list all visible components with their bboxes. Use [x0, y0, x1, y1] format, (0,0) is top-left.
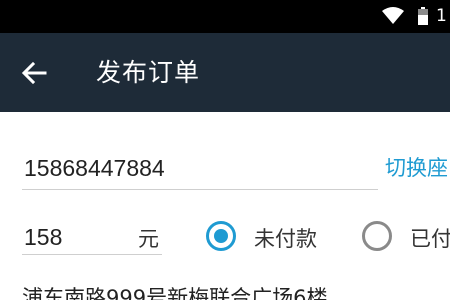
phone-underline: [22, 189, 378, 190]
unpaid-label[interactable]: 未付款: [254, 223, 317, 253]
battery-icon: [418, 7, 428, 25]
page-title: 发布订单: [96, 58, 201, 87]
amount-unit: 元: [138, 227, 159, 251]
switch-landline-link[interactable]: 切换座: [385, 152, 448, 182]
status-bar: 1: [0, 0, 450, 33]
amount-underline: [22, 254, 162, 255]
phone-input[interactable]: [24, 148, 374, 188]
amount-row: 元 未付款 已付: [0, 212, 450, 262]
status-icons: 1: [382, 5, 450, 27]
paid-label[interactable]: 已付: [410, 223, 450, 253]
address-field[interactable]: 浦东南路999号新梅联合广场6楼: [22, 282, 327, 300]
paid-radio[interactable]: [362, 221, 392, 251]
unpaid-radio[interactable]: [206, 221, 236, 251]
amount-input[interactable]: [24, 220, 124, 254]
phone-row: 切换座: [0, 112, 450, 192]
wifi-icon: [382, 7, 404, 24]
app-bar: 发布订单: [0, 33, 450, 112]
radio-selected-dot: [214, 229, 228, 243]
status-time: 1: [436, 6, 447, 26]
arrow-left-icon: [21, 61, 47, 85]
back-button[interactable]: [14, 53, 54, 93]
